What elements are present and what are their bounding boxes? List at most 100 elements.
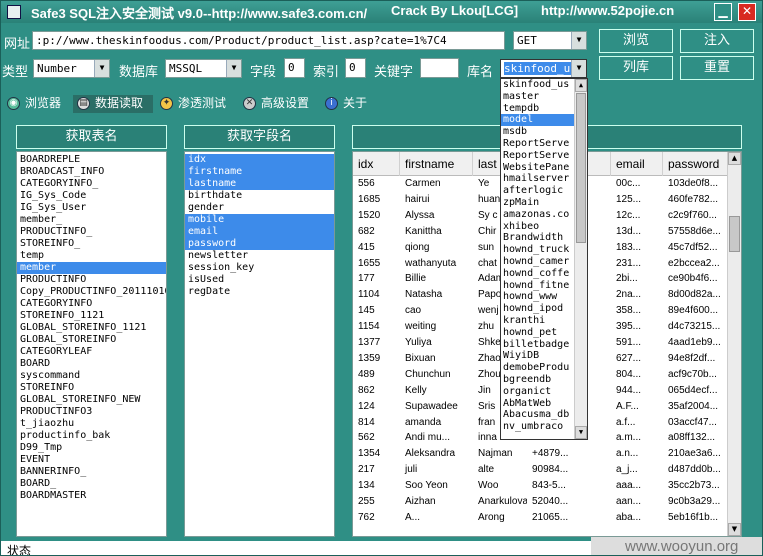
table-row[interactable]: 134 Soo Yeon Woo 843-5... aaa... 35cc2b73... <box>353 478 741 494</box>
table-list-item[interactable]: GLOBAL_STOREINFO_NEW <box>17 394 166 406</box>
dropdown-scrollbar[interactable]: ▲ ▼ <box>574 79 587 439</box>
table-cell: Kanittha <box>405 225 442 237</box>
tab-advanced[interactable]: ✕ 高级设置 <box>239 95 319 113</box>
table-row[interactable]: 762 A... Arong 21065... aba... 5eb16f1b... <box>353 510 741 526</box>
dbname-dropdown-list[interactable]: skinfood_us master tempdb model msdb ReportSe… <box>500 78 588 440</box>
field-list-item[interactable]: session_key <box>185 262 334 274</box>
table-cell: 682 <box>358 225 375 237</box>
app-window: Safe3 SQL注入安全测试 v9.0--http://www.safe3.c… <box>0 0 763 556</box>
scroll-down-icon[interactable]: ▼ <box>575 426 587 439</box>
minimize-button[interactable]: ▁ <box>714 3 732 21</box>
table-cell: qiong <box>405 241 430 253</box>
tab-about[interactable]: i 关于 <box>321 95 377 113</box>
table-list-item[interactable]: STOREINFO <box>17 382 166 394</box>
field-list-item[interactable]: regDate <box>185 286 334 298</box>
table-cell: d487dd0b... <box>668 464 721 476</box>
tables-list[interactable]: BOARDREPLE BROADCAST_INFO CATEGORYINFO_ IG_… <box>16 151 167 537</box>
field-list-item[interactable]: email <box>185 226 334 238</box>
table-list-item[interactable]: GLOBAL_STOREINFO_1121 <box>17 322 166 334</box>
field-list-item[interactable]: newsletter <box>185 250 334 262</box>
keyword-input[interactable] <box>420 58 459 78</box>
table-list-item[interactable]: BANNERINFO_ <box>17 466 166 478</box>
field-input[interactable]: 0 <box>284 58 305 78</box>
get-fields-button[interactable]: 获取字段名 <box>184 125 335 149</box>
table-list-item[interactable]: D99_Tmp <box>17 442 166 454</box>
fields-list[interactable]: idx firstname lastname birthdate gender mobil… <box>184 151 335 537</box>
db-select[interactable]: MSSQL ▼ <box>165 59 242 78</box>
table-cell: 460fe782... <box>668 193 719 205</box>
table-list-item[interactable]: syscommand <box>17 370 166 382</box>
column-header[interactable]: firstname <box>400 152 473 176</box>
tab-label: 关于 <box>343 96 368 110</box>
table-row[interactable]: 255 Aizhan Anarkulova 52040... aan... 9c0b3a2… <box>353 494 741 510</box>
table-cell: c2c9f760... <box>668 209 717 221</box>
close-button[interactable]: ✕ <box>738 3 756 21</box>
table-list-item[interactable]: t_jiaozhu <box>17 418 166 430</box>
table-list-item[interactable]: CATEGORYINFO <box>17 298 166 310</box>
site-credit: http://www.52pojie.cn <box>541 3 675 18</box>
table-list-item[interactable]: BROADCAST_INFO <box>17 166 166 178</box>
field-list-item[interactable]: birthdate <box>185 190 334 202</box>
type-label: 类型 <box>2 65 29 80</box>
table-list-item[interactable]: IG_Sys_Code <box>17 190 166 202</box>
table-cell: Aleksandra <box>405 448 456 460</box>
table-list-item[interactable]: member_ <box>17 214 166 226</box>
field-list-item[interactable]: gender <box>185 202 334 214</box>
type-select[interactable]: Number ▼ <box>33 59 110 78</box>
table-list-item[interactable]: PRODUCTINFO_ <box>17 226 166 238</box>
index-input[interactable]: 0 <box>345 58 366 78</box>
table-cell: 4aad1eb9... <box>668 337 721 348</box>
table-list-item[interactable]: BOARDREPLE <box>17 154 166 166</box>
dbname-select[interactable]: skinfood_us ▼ <box>500 59 587 78</box>
table-cell: juli <box>405 464 418 476</box>
table-list-item[interactable]: BOARDMASTER <box>17 490 166 502</box>
column-header[interactable]: idx <box>353 152 400 176</box>
table-list-item[interactable]: BOARD <box>17 358 166 370</box>
tab-pentest[interactable]: ✦ 渗透测试 <box>156 95 236 113</box>
column-header[interactable]: email <box>611 152 663 176</box>
table-list-item[interactable]: EVENT <box>17 454 166 466</box>
scroll-up-icon[interactable]: ▲ <box>728 152 741 165</box>
scroll-down-icon[interactable]: ▼ <box>728 523 741 536</box>
column-header[interactable]: password <box>663 152 729 176</box>
browse-button[interactable]: 浏览 <box>599 29 673 53</box>
table-list-item[interactable]: STOREINFO_ <box>17 238 166 250</box>
table-list-item[interactable]: CATEGORYLEAF <box>17 346 166 358</box>
table-list-item[interactable]: CATEGORYINFO_ <box>17 178 166 190</box>
table-cell: cao <box>405 305 422 317</box>
table-row[interactable]: 217 juli alte 90984... a_j... d487dd0b... <box>353 462 741 478</box>
field-list-item[interactable]: lastname <box>185 178 334 190</box>
list-db-button[interactable]: 列库 <box>599 56 673 80</box>
field-list-item[interactable]: password <box>185 238 334 250</box>
table-cell: Woo <box>478 480 499 492</box>
scroll-thumb[interactable] <box>729 216 740 252</box>
get-tables-button[interactable]: 获取表名 <box>16 125 167 149</box>
tab-browser[interactable]: ◉ 浏览器 <box>3 95 71 113</box>
table-list-item[interactable]: GLOBAL_STOREINFO <box>17 334 166 346</box>
status-text: 状态 <box>7 544 32 556</box>
grid-scrollbar[interactable]: ▲ ▼ <box>727 152 741 536</box>
inject-button[interactable]: 注入 <box>680 29 754 53</box>
table-list-item[interactable]: productinfo_bak <box>17 430 166 442</box>
scroll-thumb[interactable] <box>576 93 586 243</box>
reset-button[interactable]: 重置 <box>680 56 754 80</box>
field-list-item[interactable]: firstname <box>185 166 334 178</box>
method-select[interactable]: GET ▼ <box>513 31 587 50</box>
table-row[interactable]: 1354 Aleksandra Najman +4879... a.n... 210ae3… <box>353 446 741 462</box>
field-list-item[interactable]: idx <box>185 154 334 166</box>
table-list-item[interactable]: BOARD_ <box>17 478 166 490</box>
scroll-up-icon[interactable]: ▲ <box>575 79 587 92</box>
table-list-item[interactable]: PRODUCTINFO3 <box>17 406 166 418</box>
table-cell: 762 <box>358 511 375 523</box>
tab-data-read[interactable]: ▤ 数据读取 <box>73 95 153 113</box>
table-list-item[interactable]: temp <box>17 250 166 262</box>
field-list-item[interactable]: isUsed <box>185 274 334 286</box>
table-list-item[interactable]: PRODUCTINFO <box>17 274 166 286</box>
url-input[interactable]: :p://www.theskinfoodus.com/Product/produ… <box>32 31 505 50</box>
table-list-item[interactable]: STOREINFO_1121 <box>17 310 166 322</box>
field-list-item[interactable]: mobile <box>185 214 334 226</box>
table-list-item[interactable]: Copy_PRODUCTINFO_20111010 <box>17 286 166 298</box>
table-list-item[interactable]: IG_Sys_User <box>17 202 166 214</box>
db-value: MSSQL <box>169 62 203 75</box>
table-list-item[interactable]: member <box>17 262 166 274</box>
